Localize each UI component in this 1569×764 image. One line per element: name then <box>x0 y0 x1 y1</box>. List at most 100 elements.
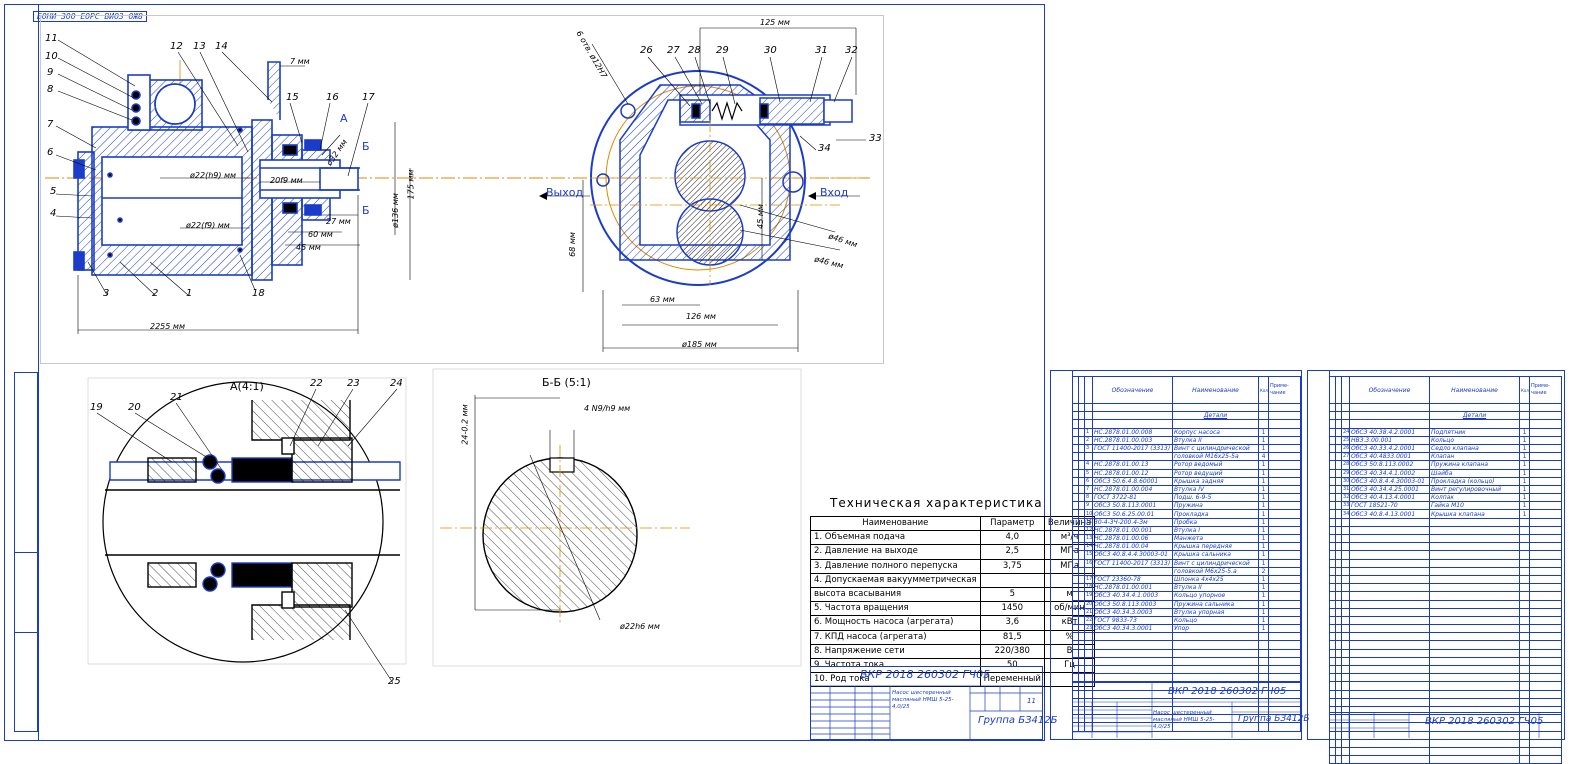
spec-cell-qty: 1 <box>1258 435 1269 445</box>
spec-row <box>1329 689 1562 699</box>
spec-cell-qty: 1 <box>1258 493 1269 503</box>
spec-cell-position: 11 <box>1084 517 1093 527</box>
spec-cell-position: 8 <box>1084 493 1093 503</box>
spec-cell-designation: ОбСЗ 50.6.4.8.60001 <box>1092 476 1173 486</box>
spec-cell-qty: 1 <box>1519 427 1530 437</box>
spec-cell-name: Ротор ведомый <box>1172 460 1259 470</box>
spec-cell-qty: 1 <box>1519 501 1530 511</box>
spec-cell-name: Подш. 6-9-5 <box>1172 493 1259 503</box>
callout-11: 11 <box>45 33 58 44</box>
spec-cell-position: 15 <box>1084 550 1093 560</box>
spec-row: 34 ОбСЗ 40.8.4.13.0001 Крышка клапана 1 <box>1329 509 1562 519</box>
spec-cell-position: 16 <box>1084 558 1093 568</box>
spec-cell-qty: 1 <box>1258 615 1269 626</box>
main-view-dim-d22f9: ø22(f9) мм <box>186 221 230 230</box>
detail-a-title: А(4:1) <box>230 380 264 393</box>
spec-cell-qty: 1 <box>1258 574 1269 585</box>
spec-sheet-2-strip <box>1307 370 1330 740</box>
spec-cell-qty: 1 <box>1258 476 1269 486</box>
spec-row <box>1329 738 1562 748</box>
spec-cell-name: Прокладка <box>1172 509 1259 519</box>
callout-28: 28 <box>688 45 701 56</box>
spec-row: 8 ГОСТ 3722-81 Подш. 6-9-5 1 <box>1072 493 1301 503</box>
spec-row <box>1329 607 1562 617</box>
tech-char-header-param: Параметр <box>979 515 1045 532</box>
spec-row <box>1329 558 1562 568</box>
spec-2-header-note: Приме-чание <box>1529 376 1562 404</box>
spec-2-header-qty: Кол. <box>1519 376 1530 404</box>
spec-cell-designation: НС.2878.01.00.004 <box>1092 484 1173 495</box>
spec-cell-qty: 1 <box>1258 427 1269 437</box>
spec-cell-name: Шайба <box>1429 468 1520 478</box>
spec-cell-qty: 2 <box>1258 566 1269 576</box>
spec-1-section-label: Детали <box>1172 411 1259 421</box>
section-dim-126: 126 мм <box>686 312 716 321</box>
spec-cell-qty: 1 <box>1258 468 1269 478</box>
detail-a-view <box>87 377 407 665</box>
stamp-main-code: ВКР 2018 260302 ГЧ05 <box>860 668 991 681</box>
spec-row <box>1072 656 1301 667</box>
spec-cell-designation: ОбСЗ 40.34.3.0001 <box>1092 624 1173 634</box>
spec-cell-designation: ОбСЗ 40.4.13.4.0001 <box>1349 493 1430 503</box>
spec-row: 28 ОбСЗ 50.8.113.0002 Пружина клапана 1 <box>1329 460 1562 470</box>
spec-row: 3 ГОСТ 11400-2017 (3313) Винт с цилиндриче… <box>1072 443 1301 454</box>
spec-row: 31 ОбСЗ 40.34.4.25.0001 Винт регулировочны… <box>1329 484 1562 495</box>
spec-row <box>1329 615 1562 626</box>
spec-cell-qty: 1 <box>1258 501 1269 511</box>
spec-cell-name: Пружина клапана <box>1429 460 1520 470</box>
spec-row <box>1329 697 1562 707</box>
spec-cell-position: 27 <box>1341 452 1350 462</box>
spec-row <box>1329 755 1562 764</box>
callout-16: 16 <box>326 92 339 103</box>
spec-cell-name: Клапан <box>1429 452 1520 462</box>
spec-cell-name: Шпонка 4х4х25 <box>1172 574 1259 585</box>
spec-cell-position: 32 <box>1341 493 1350 503</box>
section-dim-68: 68 мм <box>567 232 577 257</box>
section-dim-d185: ø185 мм <box>682 340 717 349</box>
spec-cell-qty: 1 <box>1258 607 1269 617</box>
spec-1-header-name: Наименование <box>1172 376 1259 404</box>
tech-char-cell: 1. Объемная подача <box>810 530 981 546</box>
spec-cell-designation: ОбСЗ 40.8.4.13.0001 <box>1349 509 1430 519</box>
tech-char-cell: 3,6 <box>979 615 1045 631</box>
spec-cell-designation: ОбСЗ 50.6.25.00.01 <box>1092 509 1173 519</box>
spec-cell-qty: 1 <box>1519 435 1530 445</box>
spec-row: головкой М6х25-5.а 2 <box>1072 566 1301 576</box>
spec-cell-position: 9 <box>1084 501 1093 511</box>
callout-20: 20 <box>128 402 141 413</box>
spec-cell-position: 21 <box>1084 607 1093 617</box>
spec-row: 24 ОбСЗ 40.38.4.2.0001 Подпятник 1 <box>1329 427 1562 437</box>
spec-cell-position: 10 <box>1084 509 1093 519</box>
callout-15: 15 <box>286 92 299 103</box>
spec-cell-position: 4 <box>1084 460 1093 470</box>
callout-3: 3 <box>103 288 110 299</box>
spec-row <box>1329 566 1562 576</box>
section-bb-view <box>432 368 802 667</box>
callout-5: 5 <box>50 186 57 197</box>
spec-cell-position: 26 <box>1341 443 1350 454</box>
spec-cell-qty: 1 <box>1258 509 1269 519</box>
callout-10: 10 <box>45 51 58 62</box>
spec-cell-qty: 4 <box>1258 452 1269 462</box>
main-view-dim-d136: ø136 мм <box>390 193 400 228</box>
section-bb-title: Б-Б (5:1) <box>542 376 591 389</box>
tech-char-title: Техническая характеристика <box>830 496 1043 510</box>
spec-row: 32 ОбСЗ 40.4.13.4.0001 Колпак 1 <box>1329 493 1562 503</box>
spec-row <box>1329 533 1562 544</box>
spec-cell-designation: ГОСТ 3722-81 <box>1092 493 1173 503</box>
tech-char-cell: 2. Давление на выходе <box>810 544 981 560</box>
main-view-dim-2255: 2255 мм <box>150 322 185 331</box>
spec-cell-qty: 1 <box>1258 583 1269 593</box>
view-mark-b-bottom: Б <box>362 204 370 217</box>
spec-cell-qty: 1 <box>1258 591 1269 601</box>
spec-cell-designation <box>1092 566 1173 576</box>
main-view-dim-45: 45 мм <box>296 243 321 252</box>
callout-22: 22 <box>310 378 323 389</box>
spec-1-header: Обозначение Наименование Кол. Приме-чани… <box>1072 376 1301 404</box>
spec-cell-qty: 1 <box>1519 443 1530 454</box>
spec-row <box>1329 525 1562 536</box>
spec-cell-qty: 1 <box>1258 599 1269 609</box>
spec-cell-name: Кольцо <box>1429 435 1520 445</box>
spec-cell-position: 18 <box>1084 583 1093 593</box>
label-inlet: Вход <box>820 186 849 199</box>
